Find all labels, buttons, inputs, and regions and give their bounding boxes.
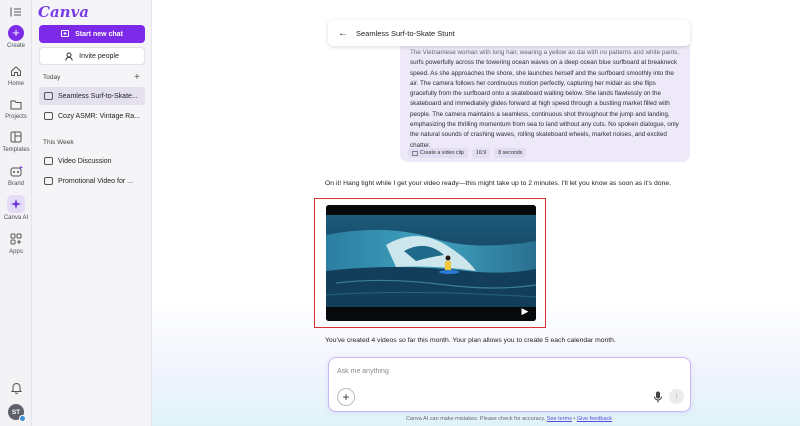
chat-header: ← Seamless Surf-to-Skate Stunt xyxy=(328,20,690,46)
home-label: Home xyxy=(7,81,24,87)
chat-item-promotional-video[interactable]: Promotional Video for ... xyxy=(39,172,145,190)
home-icon xyxy=(8,63,24,79)
templates-icon xyxy=(8,129,24,145)
today-heading: Today xyxy=(43,74,61,81)
this-week-heading: This Week xyxy=(43,139,74,146)
apps-icon xyxy=(8,231,24,247)
brand-label: Brand xyxy=(7,181,24,187)
apps-label: Apps xyxy=(9,249,23,255)
bell-icon xyxy=(8,380,24,396)
chat-item-video-discussion[interactable]: Video Discussion xyxy=(39,152,145,170)
chat-title: Seamless Surf-to-Skate Stunt xyxy=(356,28,455,38)
chat-panel: Canva Start new chat Invite people Today… xyxy=(32,0,152,426)
usage-note: You've created 4 videos so far this mont… xyxy=(325,337,616,344)
back-arrow-icon[interactable]: ← xyxy=(338,28,348,39)
give-feedback-link[interactable]: Give feedback xyxy=(577,416,612,422)
avatar-initials: ST xyxy=(11,408,21,416)
nav-home[interactable]: Home xyxy=(0,63,32,87)
plus-icon: + xyxy=(8,25,24,41)
canva-logo[interactable]: Canva xyxy=(38,3,89,21)
send-button[interactable]: ↑ xyxy=(669,389,684,404)
chat-bubble-icon xyxy=(44,177,53,185)
arrow-up-icon: ↑ xyxy=(674,392,679,401)
video-thumbnail xyxy=(326,205,536,321)
microphone-icon[interactable] xyxy=(653,391,663,403)
nav-canva-ai[interactable]: Canva AI xyxy=(0,195,32,221)
see-terms-link[interactable]: See terms xyxy=(547,416,572,422)
invite-people-label: Invite people xyxy=(79,52,119,60)
nav-templates[interactable]: Templates xyxy=(0,129,32,153)
chat-item-label: Seamless Surf-to-Skate... xyxy=(58,92,138,100)
create-button[interactable]: + Create xyxy=(0,25,32,49)
chat-bubble-icon xyxy=(44,92,53,100)
collapse-sidebar-icon xyxy=(8,4,24,20)
invite-people-button[interactable]: Invite people xyxy=(39,47,145,65)
folder-icon xyxy=(8,96,24,112)
chat-item-label: Promotional Video for ... xyxy=(58,177,133,185)
disclaimer: Canva AI can make mistakes. Please check… xyxy=(152,416,800,422)
templates-label: Templates xyxy=(2,147,30,153)
separator: • xyxy=(573,416,576,422)
user-prompt-bubble: The Vietnamese woman with long hair, wea… xyxy=(400,40,690,162)
collapse-sidebar-button[interactable] xyxy=(0,4,32,20)
new-chat-icon xyxy=(61,30,70,37)
add-attachment-button[interactable]: + xyxy=(337,388,355,406)
play-icon[interactable]: ▶ xyxy=(519,305,531,317)
chat-bubble-icon xyxy=(44,157,53,165)
chat-item-seamless-surf[interactable]: Seamless Surf-to-Skate... xyxy=(39,87,145,105)
prompt-text: The Vietnamese woman with long hair, wea… xyxy=(410,49,679,149)
projects-label: Projects xyxy=(5,114,27,120)
chat-item-label: Cozy ASMR: Vintage Ra... xyxy=(58,112,140,120)
status-dot xyxy=(19,415,26,422)
avatar[interactable]: ST xyxy=(8,404,26,422)
disclaimer-text: Canva AI can make mistakes. Please check… xyxy=(405,416,546,422)
sparkle-icon xyxy=(7,195,25,213)
chat-main: ← Seamless Surf-to-Skate Stunt The Vietn… xyxy=(152,0,800,426)
start-new-chat-label: Start new chat xyxy=(75,30,123,38)
assistant-reply: On it! Hang tight while I get your video… xyxy=(325,180,672,187)
left-rail: + Create Home Projects Templates Brand C… xyxy=(0,0,32,426)
brand-icon xyxy=(8,163,24,179)
chat-item-label: Video Discussion xyxy=(58,157,112,165)
create-label: Create xyxy=(6,43,25,49)
start-new-chat-button[interactable]: Start new chat xyxy=(39,25,145,43)
chat-bubble-icon xyxy=(44,112,53,120)
chat-item-cozy-asmr[interactable]: Cozy ASMR: Vintage Ra... xyxy=(39,107,145,125)
video-clip-icon xyxy=(412,150,418,156)
add-chat-icon[interactable]: + xyxy=(134,72,140,83)
canva-ai-label: Canva AI xyxy=(3,215,29,221)
add-person-icon xyxy=(65,52,73,61)
notifications-button[interactable] xyxy=(0,380,32,396)
nav-apps[interactable]: Apps xyxy=(0,231,32,255)
nav-projects[interactable]: Projects xyxy=(0,96,32,120)
generated-video[interactable]: ▶ xyxy=(326,205,536,321)
nav-brand[interactable]: Brand xyxy=(0,163,32,187)
ask-input[interactable] xyxy=(337,368,637,375)
chat-composer: + ↑ xyxy=(328,357,691,412)
